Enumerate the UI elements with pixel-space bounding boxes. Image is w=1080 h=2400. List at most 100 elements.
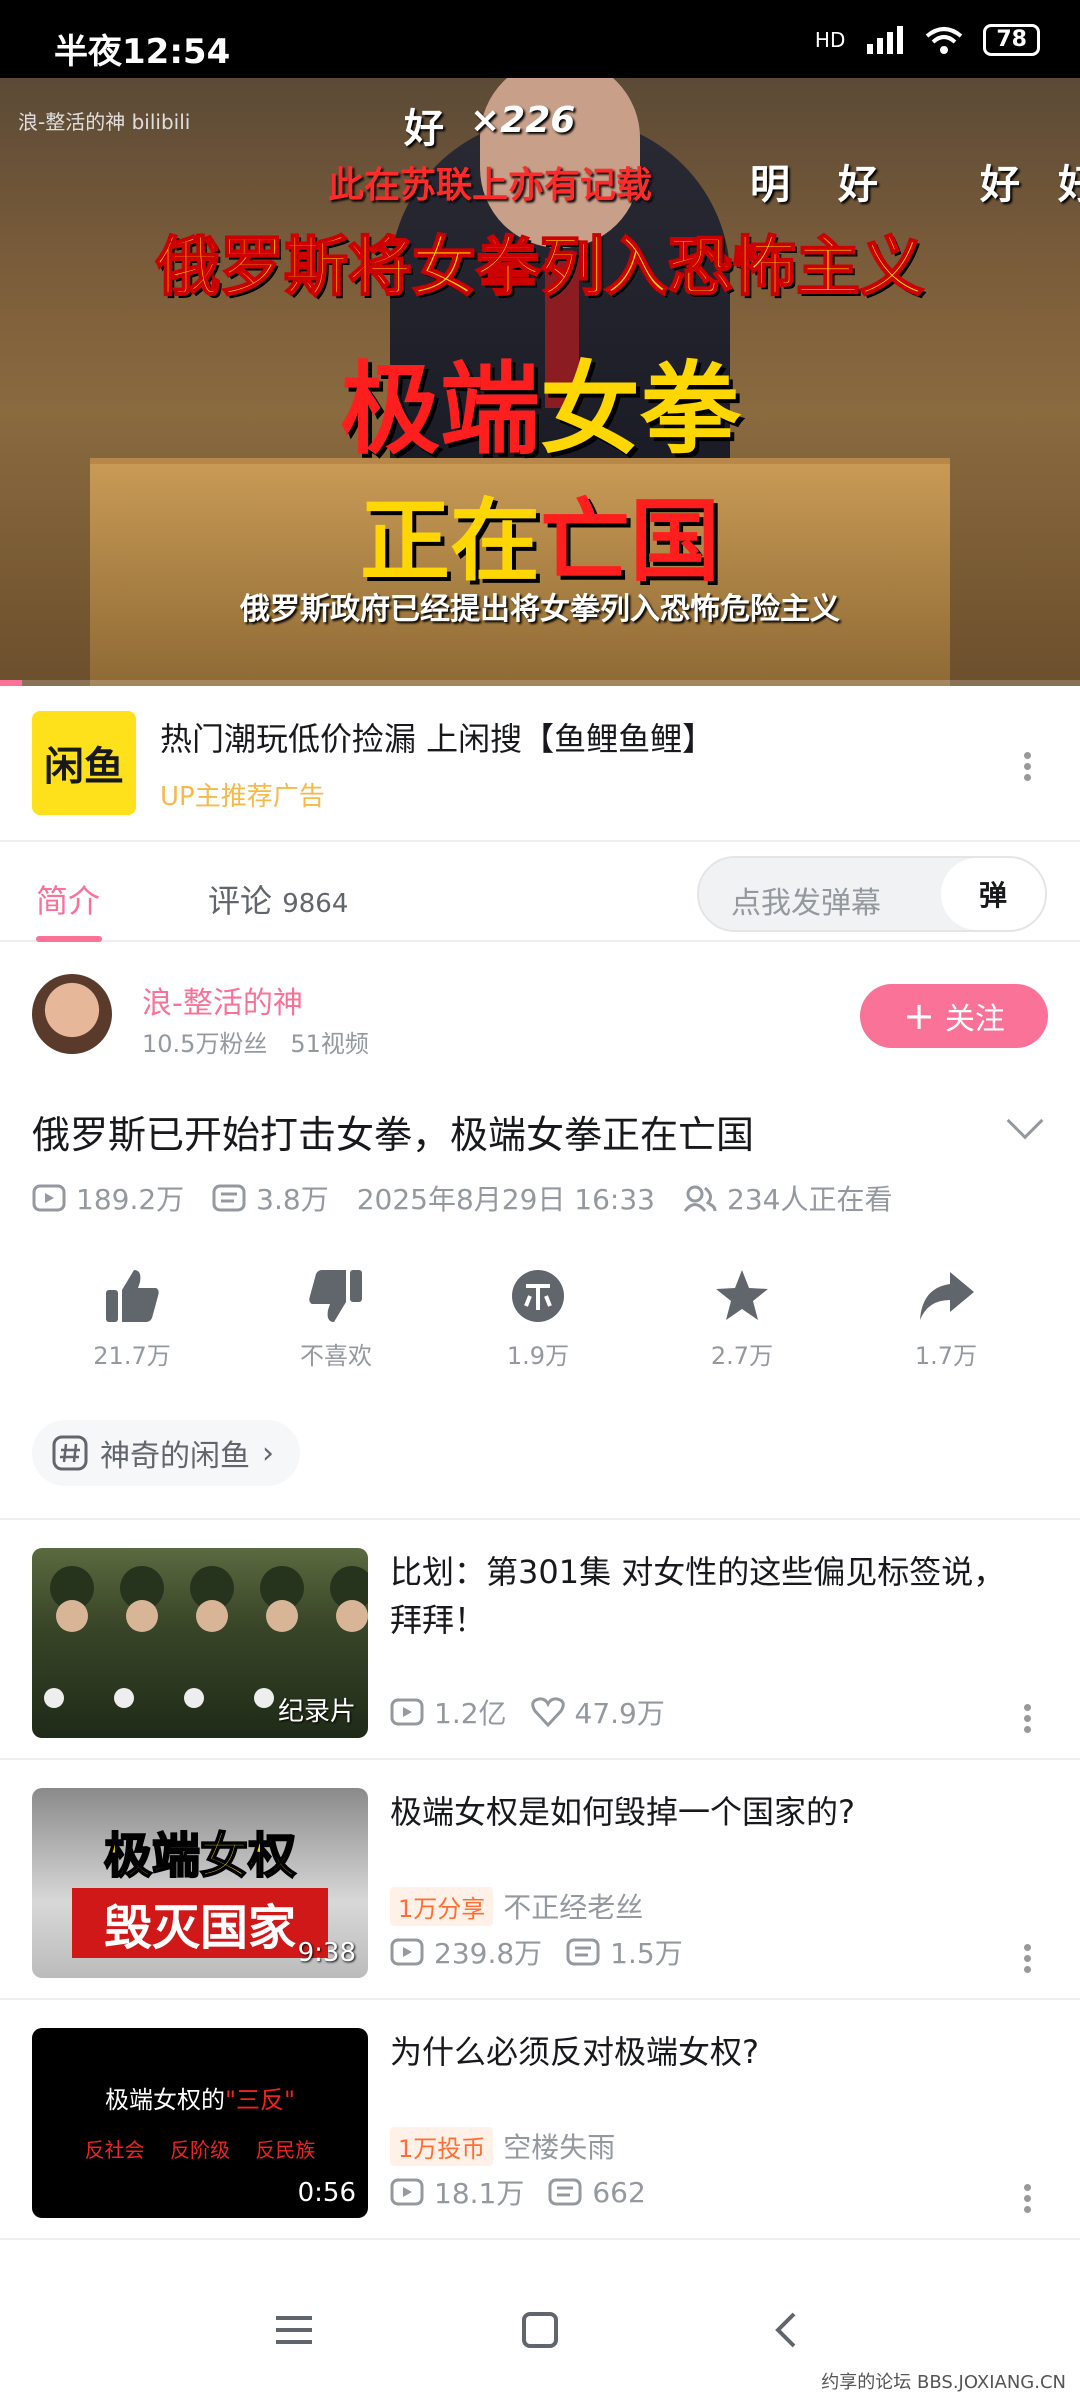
status-bar: 半夜12:54 HD 78	[0, 0, 1080, 78]
more-icon[interactable]	[1024, 2180, 1034, 2217]
like-button[interactable]: 21.7万	[62, 1266, 202, 1371]
video-watermark: 浪-整活的神 bilibili	[18, 110, 191, 134]
status-icons: HD 78	[815, 24, 1040, 56]
more-icon[interactable]	[1024, 1940, 1034, 1977]
dislike-label: 不喜欢	[300, 1342, 372, 1370]
video-headline-3: 正在亡国	[0, 468, 1080, 598]
headline-red: 亡国	[540, 489, 720, 594]
coin-badge: 1万投币	[390, 2126, 494, 2166]
share-button[interactable]: 1.7万	[876, 1266, 1016, 1371]
recommendation-item[interactable]: 极端女权的"三反" 反社会 反阶级 反民族 0:56 为什么必须反对极端女权? …	[0, 2000, 1080, 2240]
uploader-name: 空楼失雨	[503, 2131, 616, 2164]
meta-watching: 234人正在看	[683, 1178, 892, 1218]
author-videos: 51视频	[290, 1030, 369, 1058]
rec-likes: 47.9万	[574, 1697, 665, 1730]
video-headline: 俄罗斯将女拳列入恐怖主义	[155, 230, 925, 306]
rec-views: 1.2亿	[434, 1697, 507, 1730]
watching-icon	[683, 1185, 717, 1212]
menu-icon[interactable]	[274, 2310, 314, 2350]
hashtag-icon	[52, 1435, 88, 1471]
wifi-icon	[926, 27, 963, 54]
tab-intro[interactable]: 简介	[36, 876, 100, 922]
more-icon[interactable]	[1024, 748, 1034, 785]
signal-icon	[867, 26, 904, 54]
author-name[interactable]: 浪-整活的神	[142, 978, 303, 1022]
tab-comments[interactable]: 评论 9864	[208, 876, 348, 922]
recommendation-title: 为什么必须反对极端女权?	[390, 2033, 759, 2071]
danmaku-icon: 弹	[978, 879, 1007, 912]
recommendation-uploader-row: 1万投币 空楼失雨	[390, 2126, 615, 2166]
status-time: 半夜12:54	[54, 32, 231, 72]
play-count-icon	[390, 2178, 424, 2206]
thumbnail-text: 毁灭国家	[72, 1888, 328, 1958]
danmaku-text: 好	[404, 106, 444, 152]
star-icon	[716, 1270, 768, 1320]
recommendation-stats: 239.8万 1.5万	[390, 1932, 683, 1972]
follow-label: 关注	[944, 1002, 1005, 1037]
danmaku-count: 3.8万	[256, 1183, 329, 1216]
rec-danmaku: 662	[592, 2175, 646, 2209]
thumbnail-text-red: "三反"	[224, 2086, 296, 2114]
duration-badge: 9:38	[297, 1938, 356, 1968]
video-thumbnail: 纪录片	[32, 1548, 368, 1738]
headline-red: 极端	[340, 351, 540, 468]
chevron-down-icon[interactable]	[1006, 1102, 1044, 1140]
tag-label: 神奇的闲鱼	[100, 1439, 250, 1474]
home-icon[interactable]	[520, 2310, 560, 2350]
recommendation-title: 极端女权是如何毁掉一个国家的?	[390, 1793, 855, 1831]
views-count: 189.2万	[76, 1183, 185, 1216]
danmaku-input[interactable]: 点我发弹幕 弹	[697, 856, 1047, 932]
chevron-right-icon: ›	[262, 1435, 274, 1471]
danmaku-text: 好	[1058, 162, 1080, 208]
action-bar: 21.7万 不喜欢 1.9万 2.7万 1.7万	[0, 1266, 1080, 1386]
coin-button[interactable]: 1.9万	[468, 1266, 608, 1371]
thumbnail-badge: 纪录片	[277, 1697, 356, 1727]
author-fans: 10.5万粉丝	[142, 1030, 268, 1058]
video-headline-2: 极端女拳	[0, 328, 1080, 473]
headline-yellow: 正在	[360, 489, 540, 594]
thumbnail-text: 极端女权	[103, 1827, 297, 1885]
tab-bar: 简介 评论 9864 点我发弹幕 弹	[0, 842, 1080, 942]
rec-danmaku: 1.5万	[610, 1937, 683, 1970]
thumbs-up-icon	[106, 1270, 159, 1322]
coin-count: 1.9万	[506, 1342, 570, 1370]
dislike-button[interactable]: 不喜欢	[266, 1266, 406, 1371]
danmaku-count-icon	[566, 1938, 600, 1966]
recommendation-item[interactable]: 纪录片 比划：第301集 对女性的这些偏见标签说，拜拜！ 1.2亿 47.9万	[0, 1520, 1080, 1760]
coin-icon	[512, 1270, 564, 1322]
back-icon[interactable]	[766, 2310, 806, 2350]
video-subtitle: 俄罗斯政府已经提出将女拳列入恐怖危险主义	[240, 592, 840, 627]
thumbnail-text: 极端女权的"三反"	[32, 2080, 368, 2115]
avatar[interactable]	[32, 974, 112, 1054]
author-row: 浪-整活的神 10.5万粉丝 51视频 + 关注	[0, 942, 1080, 1082]
ad-banner[interactable]: 闲鱼 热门潮玩低价捡漏 上闲搜【鱼鲤鱼鲤】 UP主推荐广告	[0, 686, 1080, 842]
recommendation-item[interactable]: 极端女权 毁灭国家 9:38 极端女权是如何毁掉一个国家的? 1万分享 不正经老…	[0, 1760, 1080, 2000]
recommendation-stats: 18.1万 662	[390, 2172, 646, 2212]
danmaku-placeholder: 点我发弹幕	[731, 886, 881, 921]
danmaku-settings-button[interactable]: 弹	[941, 858, 1045, 930]
play-count-icon	[390, 1938, 424, 1966]
meta-views: 189.2万	[32, 1178, 184, 1218]
tab-comments-count: 9864	[282, 889, 349, 919]
battery-indicator: 78	[983, 24, 1040, 56]
follow-button[interactable]: + 关注	[860, 984, 1048, 1048]
video-player[interactable]: 浪-整活的神 bilibili 好 ×226 此在苏联上亦有记载 明 好 好 好…	[0, 78, 1080, 686]
danmaku-text: 好	[838, 162, 878, 208]
share-badge: 1万分享	[390, 1886, 494, 1926]
forum-watermark: 约享的论坛 BBS.JOXIANG.CN	[821, 2368, 1066, 2394]
author-stats: 10.5万粉丝 51视频	[142, 1024, 369, 1059]
topic-tag[interactable]: 神奇的闲鱼 ›	[32, 1420, 300, 1486]
headline-yellow: 女拳	[540, 351, 740, 468]
like-count: 21.7万	[93, 1342, 171, 1370]
more-icon[interactable]	[1024, 1700, 1034, 1737]
share-icon	[920, 1272, 974, 1320]
xianyu-logo: 闲鱼	[32, 711, 136, 815]
uploader-name: 不正经老丝	[503, 1891, 644, 1924]
favorite-button[interactable]: 2.7万	[672, 1266, 812, 1371]
heart-icon	[530, 1697, 565, 1727]
rec-views: 239.8万	[434, 1937, 543, 1970]
recommendation-title: 比划：第301集 对女性的这些偏见标签说，拜拜！	[390, 1553, 1006, 1639]
plus-icon: +	[903, 994, 935, 1038]
share-count: 1.7万	[914, 1342, 978, 1370]
video-title: 俄罗斯已开始打击女拳，极端女拳正在亡国	[32, 1113, 755, 1157]
